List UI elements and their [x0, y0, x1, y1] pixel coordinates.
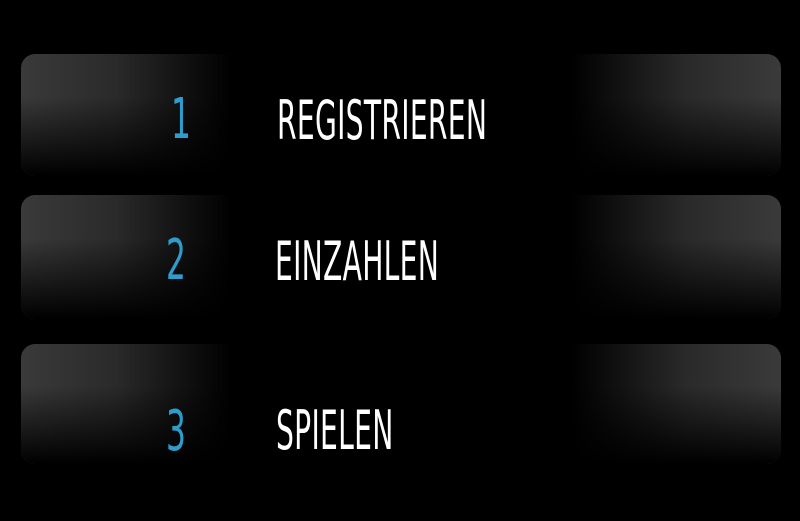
step-card-play[interactable]: 3 SPIELEN [21, 344, 781, 464]
step-card-deposit[interactable]: 2 EINZAHLEN [21, 195, 781, 319]
step-card-register[interactable]: 1 REGISTRIEREN [21, 54, 781, 176]
step-label-register: REGISTRIEREN [277, 89, 488, 152]
step-number: 2 [166, 228, 186, 293]
steps-page: 1 REGISTRIEREN 2 EINZAHLEN 3 SPIELEN [0, 0, 800, 521]
step-number: 1 [171, 87, 191, 152]
step-label-deposit: EINZAHLEN [275, 230, 440, 293]
step-label-play: SPIELEN [276, 399, 394, 462]
step-number: 3 [166, 399, 186, 464]
